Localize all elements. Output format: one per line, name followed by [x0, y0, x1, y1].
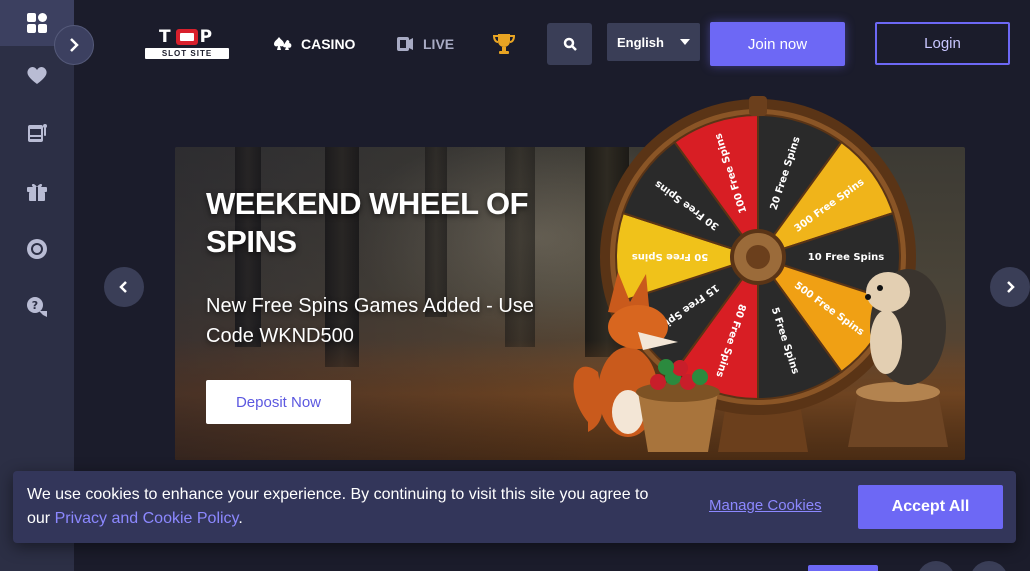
section-next-button[interactable]: [970, 561, 1008, 571]
gift-icon: [27, 183, 47, 201]
login-button[interactable]: Login: [875, 22, 1010, 65]
language-select[interactable]: English: [607, 23, 700, 61]
join-now-button[interactable]: Join now: [710, 22, 845, 66]
logo-subtitle: SLOT SITE: [145, 48, 229, 59]
nav-casino-label: CASINO: [301, 36, 356, 52]
cookie-text-after: .: [238, 510, 243, 527]
nav-live-label: LIVE: [423, 36, 455, 52]
dashboard-icon: [27, 13, 47, 33]
carousel-next-button[interactable]: [990, 267, 1030, 307]
cookie-banner: We use cookies to enhance your experienc…: [13, 471, 1016, 543]
hero-subtitle: New Free Spins Games Added - Use Code WK…: [206, 295, 534, 347]
chevron-down-icon: [680, 39, 690, 45]
nav-live[interactable]: LIVE: [395, 34, 454, 54]
accept-all-button[interactable]: Accept All: [858, 485, 1003, 529]
svg-text:?: ?: [32, 299, 38, 312]
privacy-policy-link[interactable]: Privacy and Cookie Policy: [55, 510, 239, 527]
slot-machine-icon: [28, 124, 47, 142]
search-button[interactable]: [547, 23, 592, 65]
chevron-left-icon: [119, 281, 127, 293]
wheel-segment-label: 50 Free Spins: [632, 251, 708, 262]
sidebar-item-casino-chips[interactable]: [0, 220, 74, 278]
cookie-message: We use cookies to enhance your experienc…: [27, 483, 667, 531]
nav-casino[interactable]: CASINO: [273, 34, 355, 54]
hero-title: WEEKEND WHEEL OF SPINS: [206, 186, 529, 259]
sidebar-item-promotions[interactable]: [0, 162, 74, 220]
chevron-right-icon: [70, 38, 79, 52]
chevron-right-icon: [1007, 281, 1015, 293]
section-prev-button[interactable]: [917, 561, 955, 571]
sidebar-item-slots[interactable]: [0, 104, 74, 162]
section-button-partial[interactable]: [808, 565, 878, 571]
wheel-segment-label: 10 Free Spins: [808, 252, 884, 263]
logo-text-t: T: [158, 27, 174, 47]
heart-icon: [27, 67, 47, 84]
section-heading-partial: [124, 562, 194, 571]
manage-cookies-link[interactable]: Manage Cookies: [709, 497, 822, 514]
language-value: English: [617, 34, 664, 50]
trophy-icon[interactable]: [492, 32, 516, 56]
search-icon: [563, 37, 577, 51]
live-dealer-icon: [397, 37, 413, 51]
deposit-now-button[interactable]: Deposit Now: [206, 380, 351, 424]
chip-icon: [27, 239, 47, 259]
sidebar-expand-button[interactable]: [54, 25, 94, 65]
help-chat-icon: ?: [27, 297, 47, 317]
carousel-prev-button[interactable]: [104, 267, 144, 307]
logo-reel-icon: [175, 29, 198, 45]
site-logo[interactable]: T P SLOT SITE: [145, 27, 229, 60]
cards-icon: [274, 37, 292, 50]
logo-text-p: P: [199, 27, 216, 47]
sidebar-item-help[interactable]: ?: [0, 278, 74, 336]
prize-wheel-illustration: 20 Free Spins300 Free Spins10 Free Spins…: [573, 96, 948, 452]
